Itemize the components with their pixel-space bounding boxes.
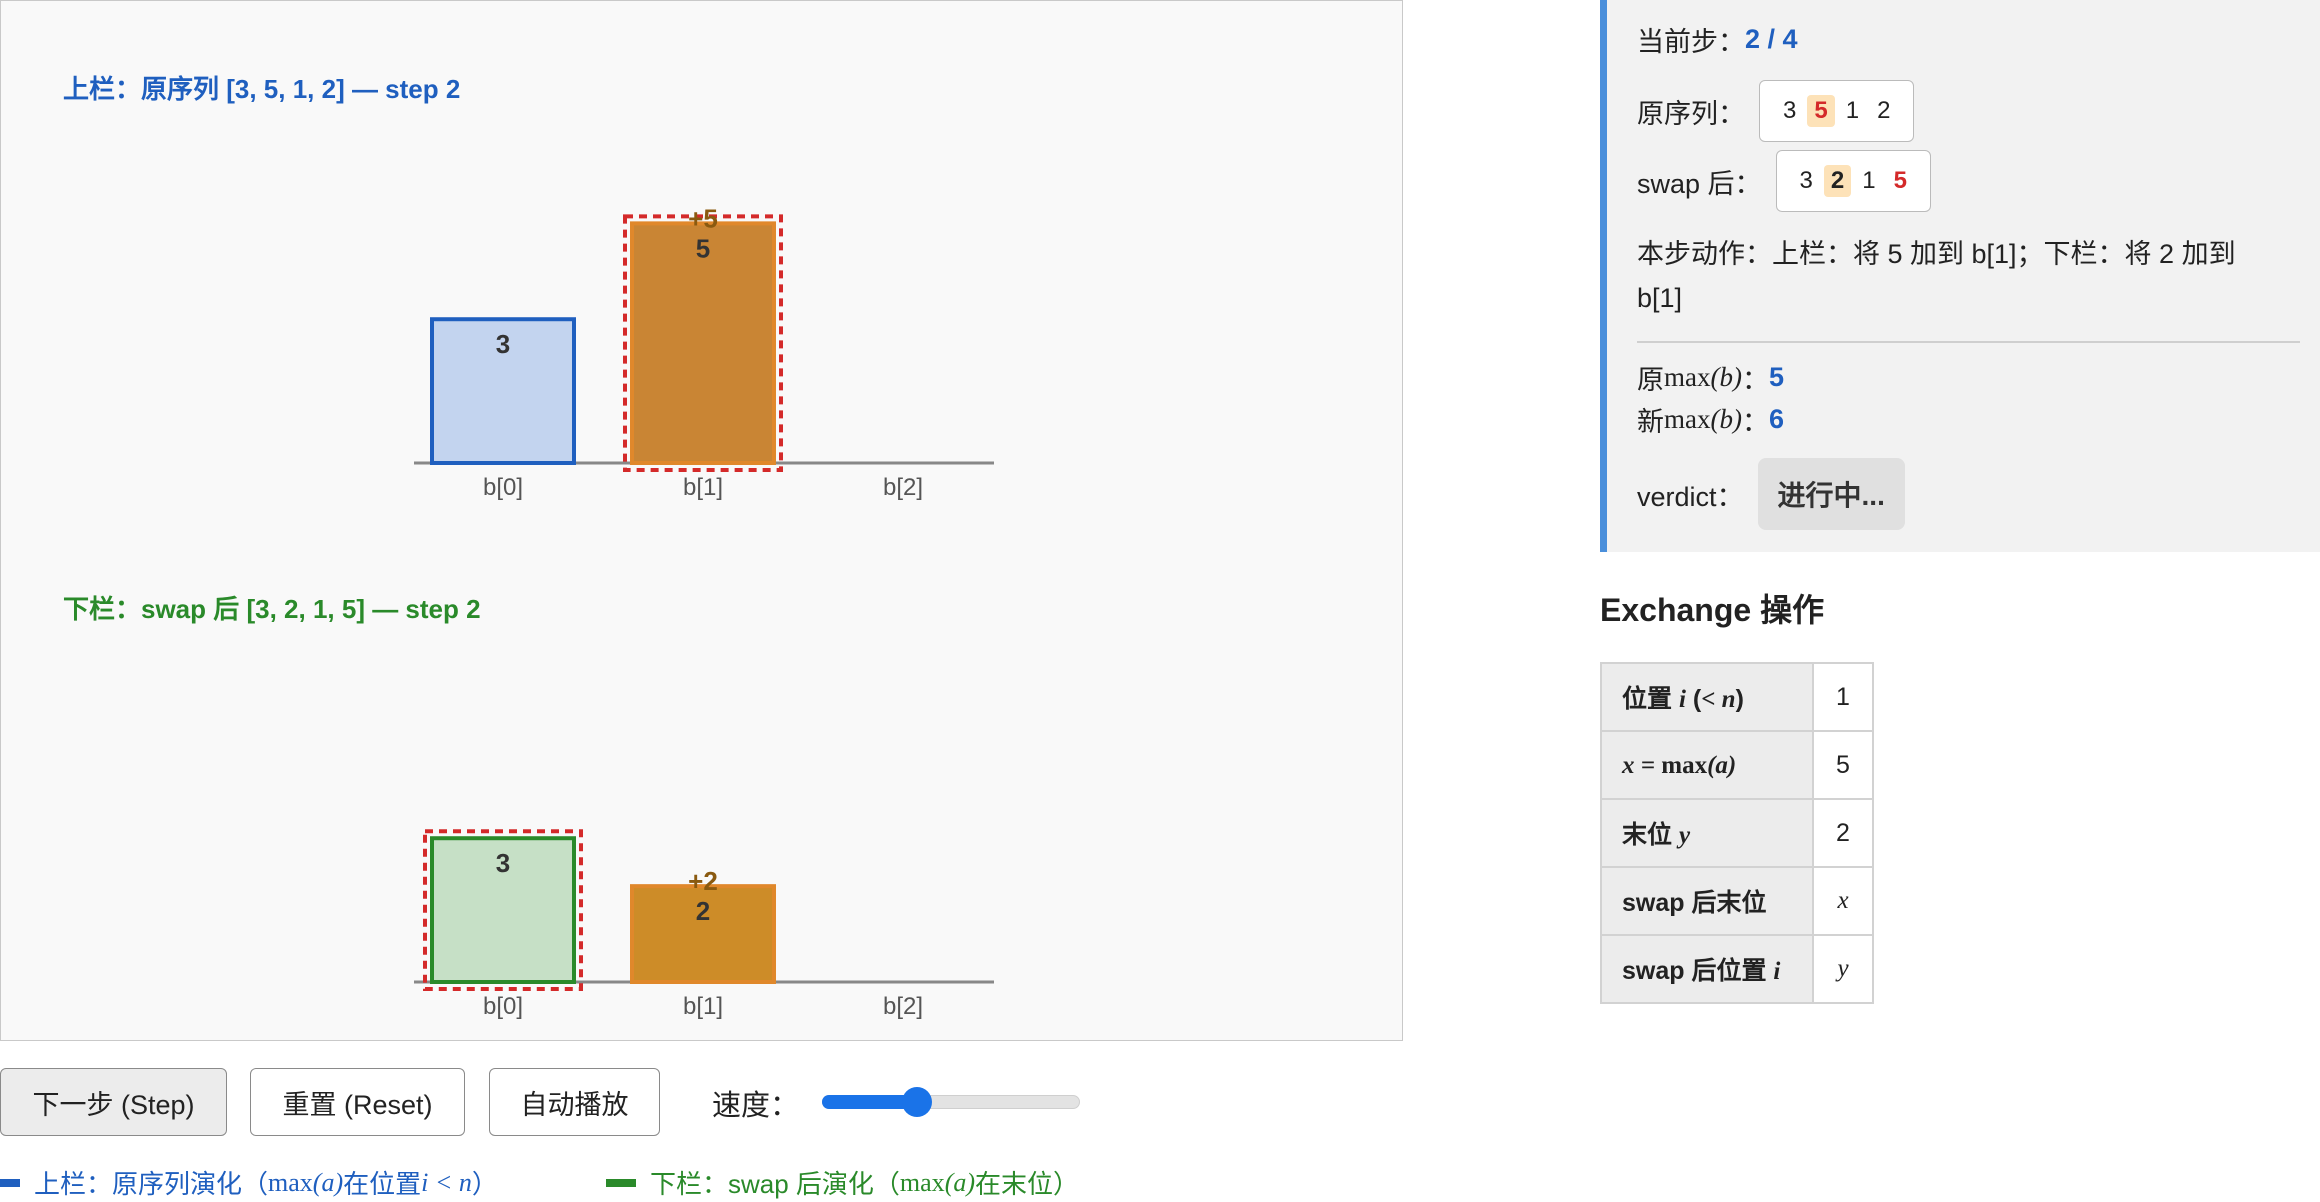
x-tick-label: b[2] bbox=[883, 993, 923, 1020]
legend-bottom-math-max: max(a) bbox=[899, 1167, 976, 1197]
animation-canvas: 上栏：原序列 [3, 5, 1, 2] — step 2 3 b[0] 5 +5 b[1… bbox=[0, 0, 1403, 1041]
original-sequence-label: 原序列： bbox=[1637, 98, 1745, 129]
exchange-key-math: i bbox=[1773, 958, 1781, 985]
info-divider bbox=[1637, 341, 2300, 343]
info-panel: 当前步： 2 / 4 原序列： 3 5 1 2 swap 后： 3 2 1 5 … bbox=[1600, 0, 2320, 552]
exchange-key: x = max(a) bbox=[1600, 730, 1814, 800]
verdict-label: verdict： bbox=[1637, 481, 1744, 512]
slider-thumb[interactable] bbox=[901, 1087, 932, 1117]
exchange-key: swap 后位置 i bbox=[1600, 934, 1814, 1004]
swap-seq-item-max: 5 bbox=[1893, 167, 1907, 194]
exchange-row-swap-last: swap 后末位 x bbox=[1600, 866, 1874, 936]
original-sequence-row: 原序列： 3 5 1 2 bbox=[1637, 80, 1915, 142]
step-row: 当前步： 2 / 4 bbox=[1637, 20, 1798, 59]
step-action-text: 本步动作：上栏：将 5 加到 b[1]；下栏：将 2 加到 b[1] bbox=[1637, 239, 2236, 313]
x-tick-label: b[1] bbox=[683, 993, 723, 1020]
legend-swatch-green bbox=[606, 1178, 636, 1187]
exchange-value: 1 bbox=[1812, 662, 1874, 732]
exchange-value: y bbox=[1812, 934, 1874, 1004]
legend-top-math-cond: i < n bbox=[421, 1167, 472, 1197]
exchange-value: 5 bbox=[1812, 730, 1874, 800]
orig-seq-item-current: 5 bbox=[1807, 95, 1835, 127]
original-max-colon: ： bbox=[1741, 365, 1769, 395]
swap-seq-item: 3 bbox=[1799, 167, 1813, 194]
exchange-key-paren: ( bbox=[1692, 685, 1702, 713]
exchange-row-swap-i: swap 后位置 i y bbox=[1600, 934, 1874, 1004]
exchange-key: swap 后末位 bbox=[1600, 866, 1814, 936]
exchange-key-math: x = max(a) bbox=[1622, 751, 1737, 779]
legend-top-text-end: ） bbox=[471, 1169, 498, 1199]
step-label: 当前步： bbox=[1637, 27, 1745, 57]
exchange-key-math: < n bbox=[1701, 686, 1736, 713]
original-max-row: 原 max(b) ： 5 bbox=[1637, 358, 1784, 397]
orig-seq-item: 1 bbox=[1845, 97, 1860, 124]
verdict-row: verdict： 进行中... bbox=[1637, 458, 1905, 530]
exchange-table: 位置 i (< n) 1 x = max(a) 5 末位 y 2 swap 后末… bbox=[1600, 662, 1874, 1004]
speed-slider[interactable] bbox=[822, 1087, 1080, 1117]
original-sequence-box: 3 5 1 2 bbox=[1759, 80, 1915, 142]
legend-top-text-pre: 上栏：原序列演化（ bbox=[34, 1169, 269, 1199]
new-max-prefix: 新 bbox=[1637, 407, 1664, 437]
swapped-sequence-box: 3 2 1 5 bbox=[1775, 150, 1931, 212]
original-max-math: max(b) bbox=[1664, 362, 1742, 392]
exchange-key-math: i bbox=[1678, 686, 1686, 713]
original-max-prefix: 原 bbox=[1637, 365, 1664, 395]
exchange-row-last: 末位 y 2 bbox=[1600, 798, 1874, 868]
exchange-key-text: swap 后位置 bbox=[1622, 957, 1774, 985]
exchange-title: Exchange 操作 bbox=[1600, 592, 1825, 628]
bar-increment-label: +2 bbox=[688, 866, 718, 896]
new-max-row: 新 max(b) ： 6 bbox=[1637, 400, 1784, 439]
bottom-bar-chart: 3 b[0] 2+2 b[1] b[2] bbox=[414, 829, 994, 1020]
exchange-key-paren: ) bbox=[1735, 685, 1744, 713]
speed-label: 速度： bbox=[712, 1090, 800, 1122]
reset-button[interactable]: 重置 (Reset) bbox=[250, 1068, 465, 1136]
verdict-status: 进行中... bbox=[1757, 458, 1905, 530]
legend-top-series: 上栏：原序列演化（ max(a) 在位置 i < n ） bbox=[0, 1164, 498, 1201]
exchange-key-text: 末位 bbox=[1622, 821, 1679, 849]
swapped-sequence-row: swap 后： 3 2 1 5 bbox=[1637, 150, 1931, 212]
legend-swatch-blue bbox=[0, 1178, 20, 1187]
exchange-key: 末位 y bbox=[1600, 798, 1814, 868]
swap-seq-item: 1 bbox=[1862, 167, 1876, 194]
exchange-key: 位置 i (< n) bbox=[1600, 662, 1814, 732]
legend-top-text-post: 在位置 bbox=[343, 1169, 422, 1199]
new-max-math: max(b) bbox=[1664, 404, 1742, 434]
swap-seq-item-current: 2 bbox=[1823, 165, 1852, 197]
exchange-row-x: x = max(a) 5 bbox=[1600, 730, 1874, 800]
new-max-colon: ： bbox=[1741, 407, 1769, 437]
legend-bottom-text-post: 在末位） bbox=[975, 1169, 1080, 1199]
new-max-value: 6 bbox=[1768, 404, 1785, 434]
orig-seq-item: 3 bbox=[1783, 97, 1797, 124]
legend-top-math-max: max(a) bbox=[268, 1167, 344, 1197]
exchange-row-position: 位置 i (< n) 1 bbox=[1600, 662, 1874, 732]
step-button[interactable]: 下一步 (Step) bbox=[0, 1068, 227, 1136]
x-tick-label: b[0] bbox=[483, 993, 523, 1020]
exchange-key-text: 位置 bbox=[1622, 685, 1679, 713]
legend-bottom-text-pre: 下栏：swap 后演化（ bbox=[650, 1169, 900, 1199]
original-max-value: 5 bbox=[1768, 362, 1785, 392]
legend-bottom-series: 下栏：swap 后演化（ max(a) 在末位） bbox=[606, 1164, 1079, 1201]
exchange-value: x bbox=[1812, 866, 1874, 936]
orig-seq-item: 2 bbox=[1877, 97, 1891, 124]
exchange-value: 2 bbox=[1812, 798, 1874, 868]
exchange-key-math: y bbox=[1678, 822, 1691, 849]
bar-value-label: 3 bbox=[496, 848, 510, 878]
bar-value-label: 2 bbox=[696, 896, 710, 926]
swapped-sequence-label: swap 后： bbox=[1637, 168, 1762, 199]
step-value: 2 / 4 bbox=[1745, 24, 1798, 54]
autoplay-button[interactable]: 自动播放 bbox=[489, 1068, 660, 1136]
